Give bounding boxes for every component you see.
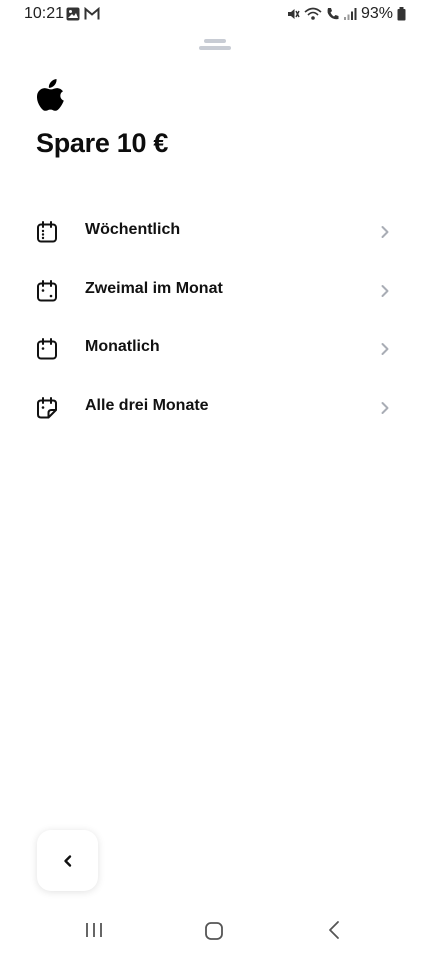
- calendar-quarterly-icon: [37, 396, 57, 418]
- phone-icon: [327, 8, 339, 20]
- system-nav-bar: [0, 900, 430, 959]
- option-weekly[interactable]: Wöchentlich: [0, 202, 430, 261]
- chevron-right-icon: [381, 284, 389, 297]
- savings-frequency-list: Wöchentlich Zweimal im Monat Monatlich A…: [0, 202, 430, 436]
- option-label: Wöchentlich: [85, 221, 181, 238]
- apple-logo: [37, 79, 64, 111]
- home-icon[interactable]: [204, 921, 224, 941]
- option-label: Zweimal im Monat: [85, 279, 223, 297]
- recents-icon[interactable]: [84, 921, 104, 939]
- handle-bar-bottom: [199, 46, 231, 50]
- chevron-right-icon: [381, 401, 389, 414]
- handle-bar-top: [204, 39, 226, 43]
- gallery-icon: [66, 7, 80, 21]
- option-quarterly[interactable]: Alle drei Monate: [0, 378, 430, 437]
- status-time: 10:21: [24, 5, 65, 22]
- wifi-call-icon: [304, 7, 322, 20]
- calendar-weekly-icon: [37, 221, 57, 243]
- battery-percent: 93%: [360, 5, 393, 22]
- calendar-twice-monthly-icon: [37, 279, 57, 301]
- page-title: Spare 10 €: [36, 128, 169, 158]
- gmail-icon: [84, 7, 100, 20]
- back-icon[interactable]: [327, 920, 341, 940]
- option-label: Monatlich: [85, 338, 160, 355]
- option-label: Alle drei Monate: [85, 396, 209, 414]
- status-right: 93%: [286, 5, 406, 23]
- chevron-left-icon: [63, 854, 71, 867]
- calendar-monthly-icon: [37, 338, 57, 360]
- mute-icon: [287, 9, 300, 19]
- option-monthly[interactable]: Monatlich: [0, 319, 430, 378]
- sheet-drag-handle[interactable]: [199, 39, 231, 53]
- battery-icon: [397, 7, 406, 21]
- chevron-right-icon: [381, 226, 389, 238]
- status-bar: 10:21 93%: [0, 0, 430, 30]
- option-twice-monthly[interactable]: Zweimal im Monat: [0, 261, 430, 320]
- signal-icon: [343, 8, 357, 20]
- back-button[interactable]: [37, 830, 98, 891]
- status-left-icons: [66, 7, 100, 21]
- chevron-right-icon: [381, 343, 389, 355]
